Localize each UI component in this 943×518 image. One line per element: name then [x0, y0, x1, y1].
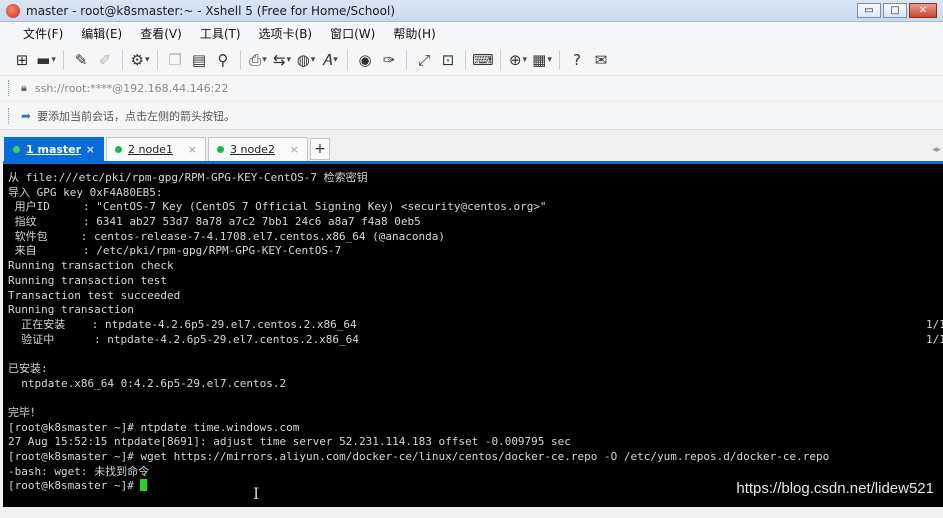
tab-close-icon[interactable]: ×	[290, 143, 299, 156]
terminal-line: 正在安装 : ntpdate-4.2.6p5-29.el7.centos.2.x…	[8, 317, 943, 331]
session-hint-bar: ➦ 要添加当前会话，点击左侧的箭头按钮。	[0, 102, 943, 130]
properties-icon[interactable]: ⚙	[129, 49, 151, 71]
new-tab-button[interactable]: +	[310, 138, 330, 160]
terminal-cursor	[140, 479, 148, 492]
terminal-line: 用户ID : "CentOS-7 Key (CentOS 7 Official …	[8, 200, 547, 214]
reconnect-icon[interactable]: ✐	[94, 49, 116, 71]
toolbar-divider	[157, 49, 158, 70]
menu-help[interactable]: 帮助(H)	[384, 25, 444, 42]
title-bar: master - root@k8smaster:~ - Xshell 5 (Fr…	[0, 0, 943, 22]
xftp-icon[interactable]: ◉	[354, 49, 376, 71]
terminal-line: 软件包 : centos-release-7-4.1708.el7.centos…	[8, 229, 445, 243]
terminal-line: Running transaction	[8, 303, 134, 317]
tab-label: 2 node1	[128, 143, 173, 156]
tab-close-icon[interactable]: ×	[86, 143, 95, 156]
toolbar-divider	[240, 49, 241, 70]
tab-bar: 1 master × 2 node1 × 3 node2 × + ◂▸	[0, 134, 943, 161]
address-input[interactable]: ssh://root:****@192.168.44.146:22	[35, 82, 229, 95]
tab-node2[interactable]: 3 node2 ×	[208, 137, 308, 161]
terminal-line: 完毕！	[8, 406, 41, 419]
lock-icon[interactable]: ⊡	[437, 49, 459, 71]
minimize-button[interactable]: ▭	[857, 3, 881, 18]
add-session-arrow-icon[interactable]: ➦	[21, 109, 31, 123]
add-icon[interactable]: ⊕	[507, 49, 529, 71]
connected-status-icon	[13, 146, 20, 153]
tab-label: 3 node2	[230, 143, 275, 156]
xshell-app-icon[interactable]	[6, 3, 20, 18]
new-session-icon[interactable]: ⊞	[11, 49, 33, 71]
toolbar-divider	[63, 49, 64, 70]
terminal-output[interactable]: 从 file:///etc/pki/rpm-gpg/RPM-GPG-KEY-Ce…	[3, 161, 943, 507]
toolbar-divider	[122, 49, 123, 70]
find-icon[interactable]: ⚲	[212, 49, 234, 71]
font-icon[interactable]: 𝐴	[319, 49, 341, 71]
terminal-line: 已安装:	[8, 361, 48, 375]
terminal-line: [root@k8smaster ~]# ntpdate time.windows…	[8, 420, 300, 434]
lock-icon: 🔒︎	[21, 81, 27, 94]
close-button[interactable]: ✕	[909, 3, 937, 18]
terminal-line: [root@k8smaster ~]# wget https://mirrors…	[8, 450, 830, 464]
help-icon[interactable]: ?	[566, 49, 588, 71]
terminal-line: 导入 GPG key 0xF4A80EB5:	[8, 185, 163, 199]
fullscreen-icon[interactable]: ⤢	[413, 49, 435, 71]
globe-icon[interactable]: ◍	[295, 49, 317, 71]
terminal-line: Running transaction test	[8, 273, 167, 287]
print-icon[interactable]: ⎙	[247, 49, 269, 71]
transfer-icon[interactable]: ⇆	[271, 49, 293, 71]
text-cursor-icon: I	[253, 484, 260, 503]
restore-button[interactable]: □	[883, 3, 907, 18]
terminal-line: Running transaction check	[8, 259, 174, 273]
copy-icon[interactable]: ❐	[164, 49, 186, 71]
terminal-line: 来自 : /etc/pki/rpm-gpg/RPM-GPG-KEY-CentOS…	[8, 244, 342, 258]
tab-close-icon[interactable]: ×	[188, 143, 197, 156]
terminal-line: Transaction test succeeded	[8, 288, 181, 302]
menu-tabs[interactable]: 选项卡(B)	[250, 25, 322, 42]
address-bar: 🔒︎ ssh://root:****@192.168.44.146:22	[0, 76, 943, 100]
status-bar	[0, 508, 943, 518]
menu-tools[interactable]: 工具(T)	[191, 25, 250, 42]
connected-status-icon	[217, 146, 224, 153]
toolbar-grip[interactable]	[8, 107, 11, 124]
tab-label: 1 master	[26, 143, 82, 156]
window-controls: ▭ □ ✕	[857, 3, 937, 18]
chat-icon[interactable]: ✉	[590, 49, 612, 71]
menu-file[interactable]: 文件(F)	[14, 25, 72, 42]
menu-window[interactable]: 窗口(W)	[321, 25, 384, 42]
menu-view[interactable]: 查看(V)	[131, 25, 191, 42]
watermark: https://blog.csdn.net/lidew521	[736, 480, 934, 497]
compose-icon[interactable]: ✑	[378, 49, 400, 71]
terminal-line: -bash: wget: 未找到命令	[8, 464, 150, 478]
terminal-line: 验证中 : ntpdate-4.2.6p5-29.el7.centos.2.x8…	[8, 332, 943, 346]
open-folder-icon[interactable]: ▬	[35, 49, 57, 71]
terminal-line: 27 Aug 15:52:15 ntpdate[8691]: adjust ti…	[8, 435, 571, 449]
toolbar-grip[interactable]	[8, 80, 11, 96]
terminal-line: 指纹 : 6341 ab27 53d7 8a78 a7c2 7bb1 24c6 …	[8, 215, 421, 229]
paste-icon[interactable]: ▤	[188, 49, 210, 71]
tab-master[interactable]: 1 master ×	[4, 137, 104, 161]
menu-bar: 文件(F) 编辑(E) 查看(V) 工具(T) 选项卡(B) 窗口(W) 帮助(…	[0, 22, 943, 44]
toolbar-divider	[465, 49, 466, 70]
session-hint-text: 要添加当前会话，点击左侧的箭头按钮。	[37, 109, 236, 123]
terminal-line: ntpdate.x86_64 0:4.2.6p5-29.el7.centos.2	[8, 376, 287, 390]
toolbar: ⊞ ▬ ✎ ✐ ⚙ ❐ ▤ ⚲ ⎙ ⇆ ◍ 𝐴 ◉ ✑ ⤢ ⊡ ⌨ ⊕ ▦ ? …	[0, 44, 943, 76]
toolbar-divider	[500, 49, 501, 70]
terminal-line: 从 file:///etc/pki/rpm-gpg/RPM-GPG-KEY-Ce…	[8, 171, 368, 184]
connected-status-icon	[115, 146, 122, 153]
toolbar-divider	[347, 49, 348, 70]
toolbar-divider	[406, 49, 407, 70]
tab-scroll-icon[interactable]: ◂▸	[932, 145, 941, 155]
window-title: master - root@k8smaster:~ - Xshell 5 (Fr…	[26, 3, 395, 18]
menu-edit[interactable]: 编辑(E)	[72, 25, 131, 42]
disconnect-icon[interactable]: ✎	[70, 49, 92, 71]
keyboard-icon[interactable]: ⌨	[472, 49, 494, 71]
layout-icon[interactable]: ▦	[531, 49, 553, 71]
tab-node1[interactable]: 2 node1 ×	[106, 137, 206, 161]
toolbar-divider	[559, 49, 560, 70]
